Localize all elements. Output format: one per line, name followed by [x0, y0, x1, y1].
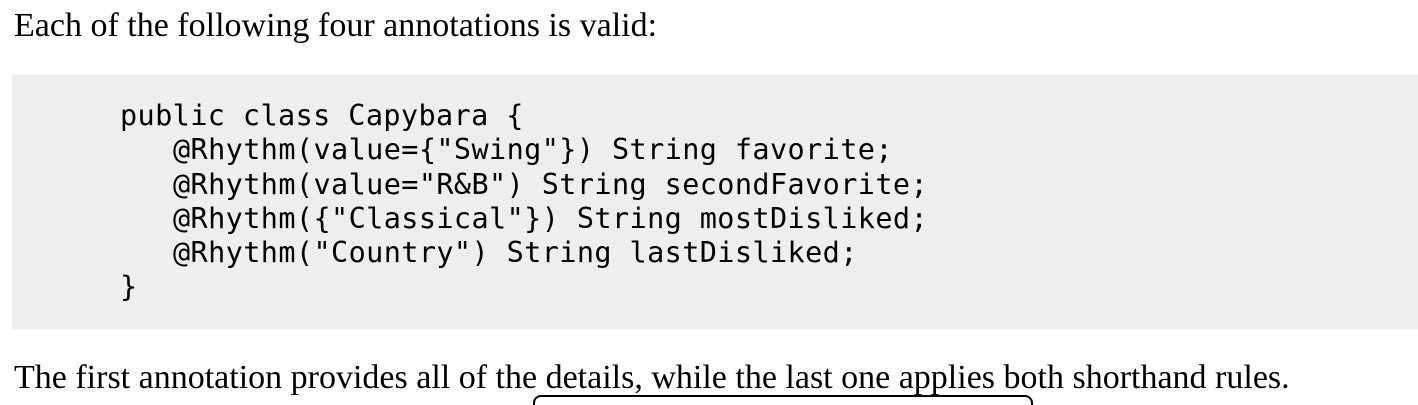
code-line-closing-brace: } [120, 270, 138, 304]
code-line-class-declaration: public class Capybara { [120, 99, 524, 132]
code-line-most-disliked: @Rhythm({"Classical"}) String mostDislik… [173, 201, 929, 235]
code-block: public class Capybara {@Rhythm(value={"S… [12, 75, 1418, 329]
intro-paragraph: Each of the following four annotations i… [14, 7, 658, 44]
code-line-last-disliked: @Rhythm("Country") String lastDisliked; [173, 236, 858, 270]
outro-paragraph: The first annotation provides all of the… [14, 359, 1290, 396]
code-line-second-favorite: @Rhythm(value="R&B") String secondFavori… [173, 167, 929, 201]
highlight-mark [533, 395, 1033, 405]
code-line-favorite: @Rhythm(value={"Swing"}) String favorite… [173, 133, 893, 167]
